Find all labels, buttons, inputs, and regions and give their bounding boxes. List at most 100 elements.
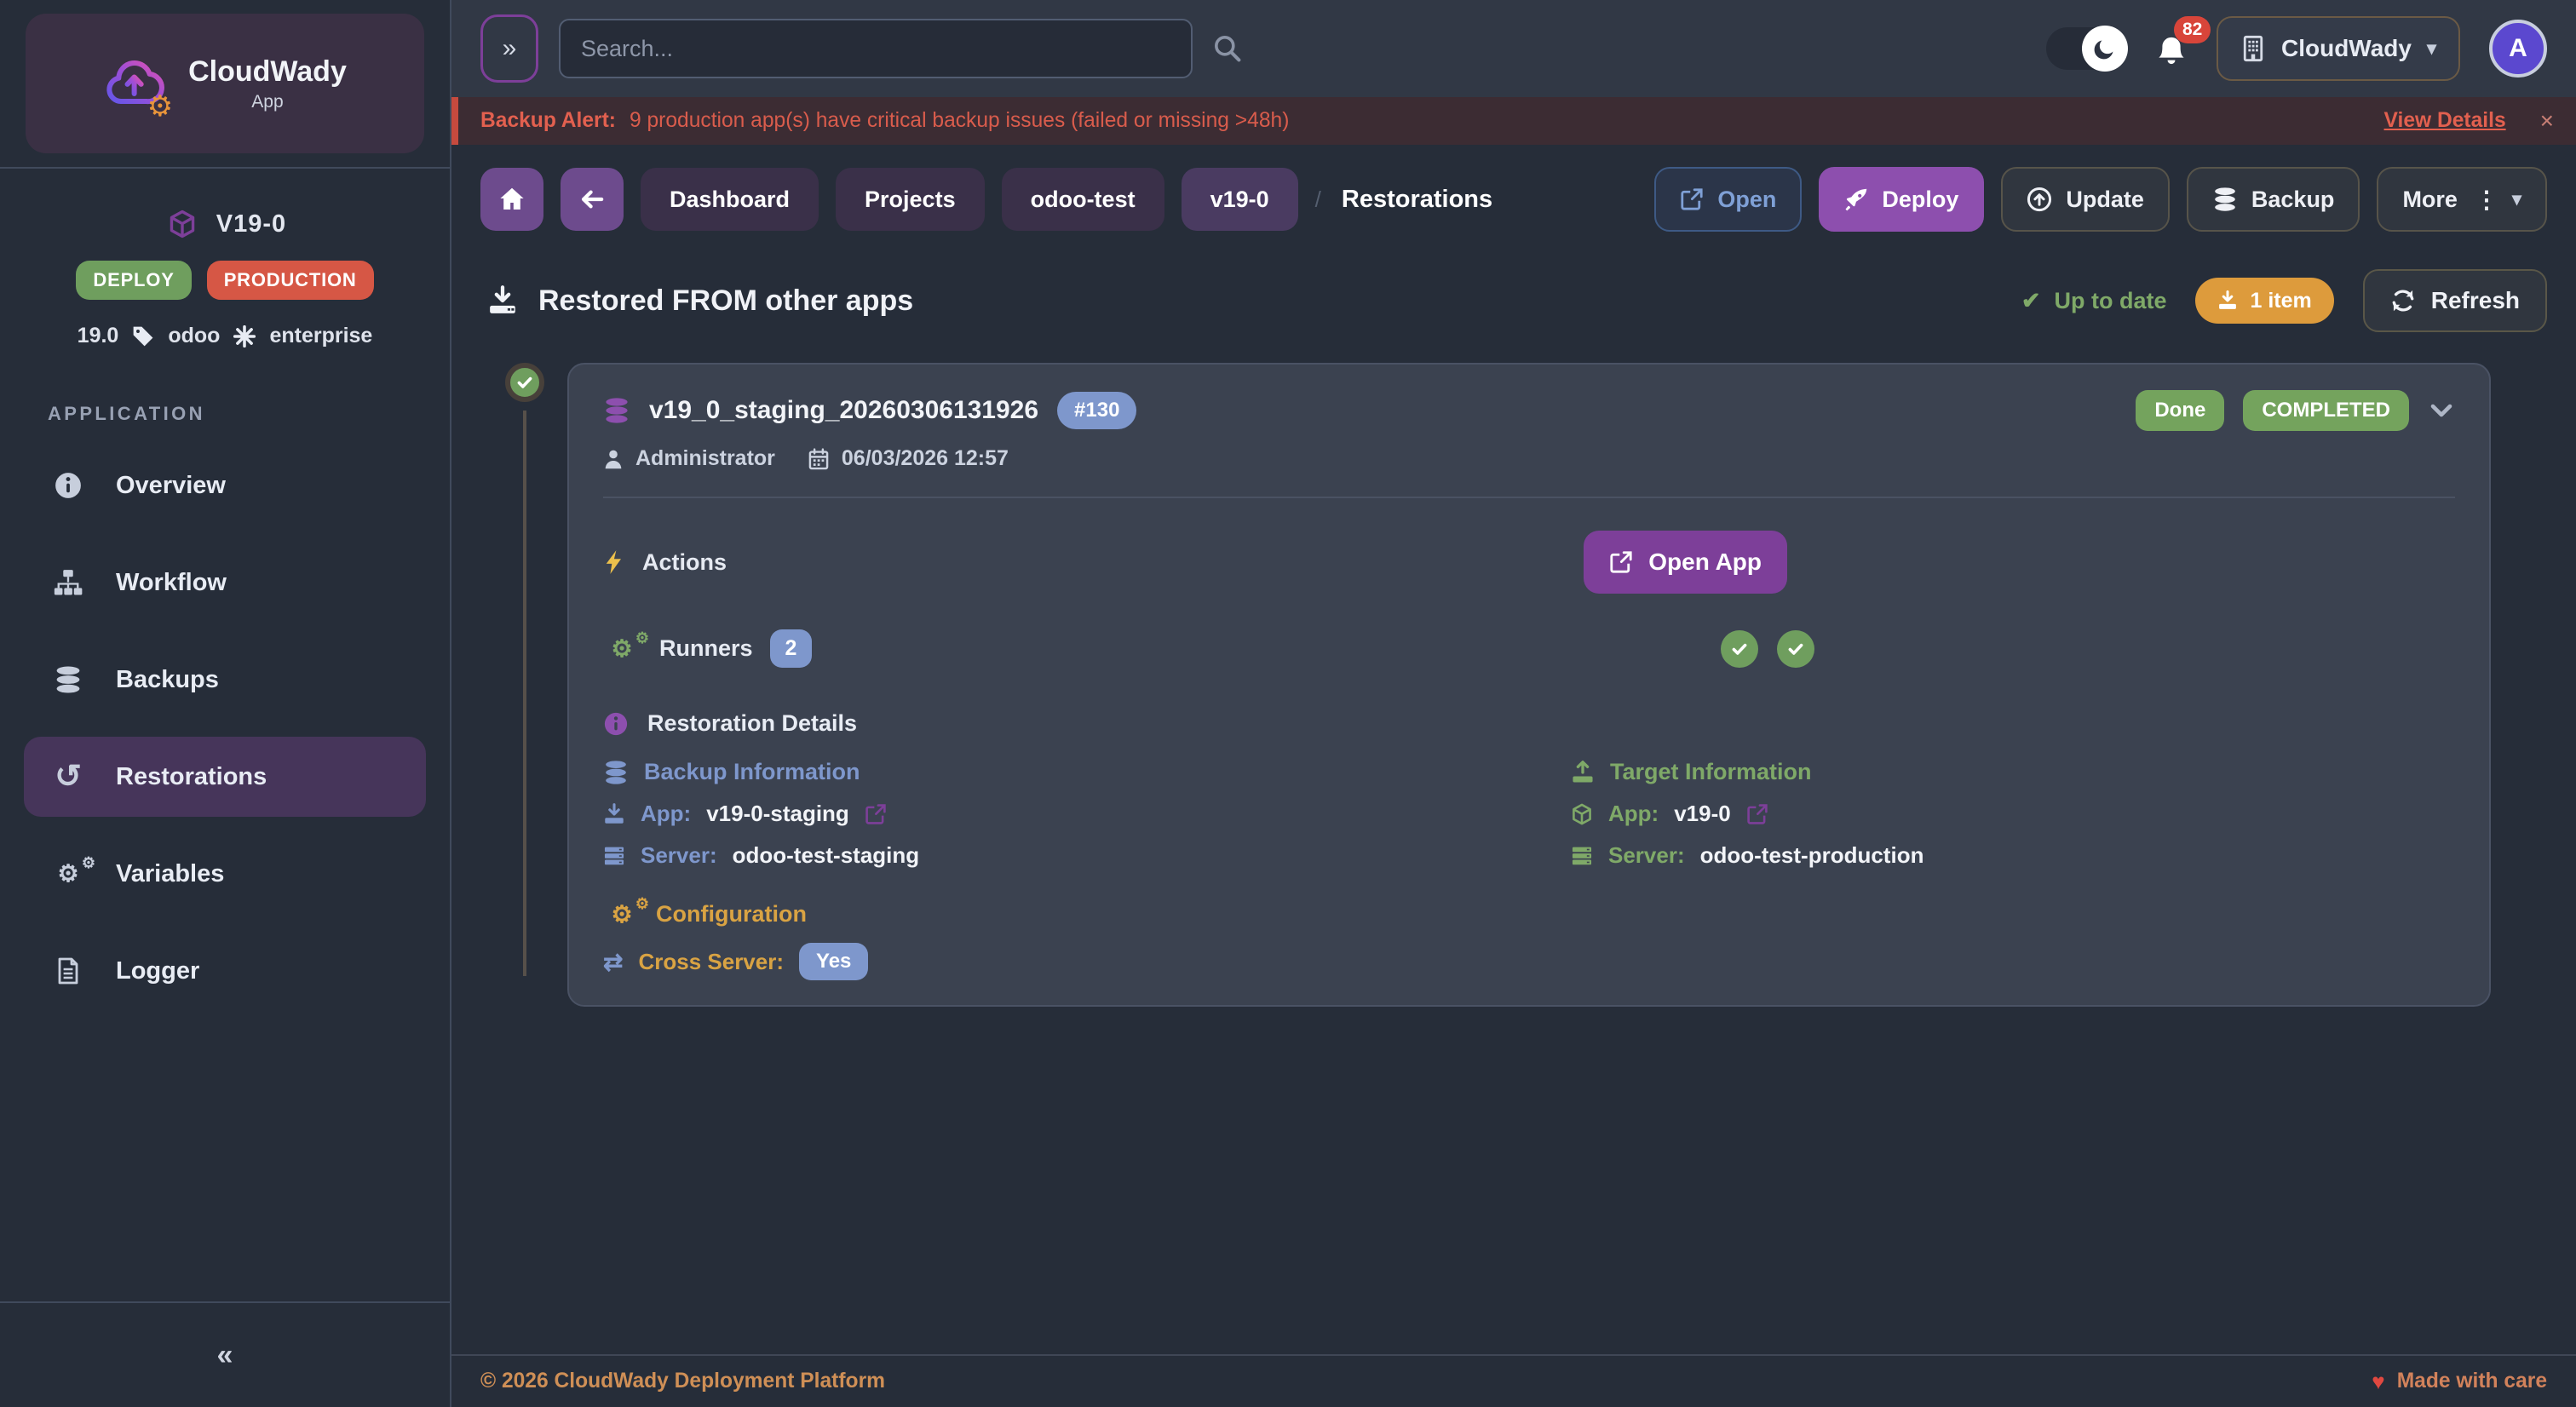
server-icon xyxy=(1571,845,1593,867)
status-label: Up to date xyxy=(2054,288,2166,314)
made-with-care-text: Made with care xyxy=(2397,1370,2547,1393)
restoration-title: v19_0_staging_20260306131926 xyxy=(649,396,1038,425)
view-details-link[interactable]: View Details xyxy=(2384,109,2506,133)
copyright-text: © 2026 CloudWady Deployment Platform xyxy=(480,1370,885,1393)
runner-success-icon[interactable] xyxy=(1777,630,1814,668)
arrow-left-icon xyxy=(578,186,606,213)
runner-success-icon[interactable] xyxy=(1721,630,1758,668)
database-icon xyxy=(2212,187,2238,212)
building-icon xyxy=(2240,35,2266,62)
actions-row: Actions Open App xyxy=(603,531,2455,594)
search-icon[interactable] xyxy=(1213,34,1242,63)
sidebar: ⚙ CloudWady App V19-0 DEPLOY PRODUCTION xyxy=(0,0,451,1407)
timeline-line xyxy=(523,411,526,976)
item-count-label: 1 item xyxy=(2250,289,2311,313)
chevron-down-icon: ▾ xyxy=(2512,188,2521,210)
restoration-list: v19_0_staging_20260306131926 #130 Done C… xyxy=(451,359,2576,1007)
arrow-circle-up-icon xyxy=(2027,187,2052,212)
more-label: More xyxy=(2402,187,2458,213)
user-icon xyxy=(603,448,624,470)
backup-app-value: v19-0-staging xyxy=(706,801,849,827)
divider xyxy=(603,497,2455,498)
backup-label: Backup xyxy=(2251,187,2335,213)
external-link-icon[interactable] xyxy=(1746,803,1768,825)
sidebar-section-label: APPLICATION xyxy=(0,359,450,439)
dark-mode-toggle[interactable] xyxy=(2046,27,2126,70)
sidebar-item-workflow[interactable]: Workflow xyxy=(24,543,426,623)
rocket-icon xyxy=(1844,187,1868,211)
sidebar-item-restorations[interactable]: ↺ Restorations xyxy=(24,737,426,817)
history-icon: ↺ xyxy=(49,761,87,793)
bolt-icon xyxy=(603,549,624,575)
runners-row: ⚙⚙ Runners 2 xyxy=(603,629,2455,668)
sidebar-expand-button[interactable]: » xyxy=(480,14,538,83)
target-info-title: Target Information xyxy=(1610,759,1812,785)
refresh-button[interactable]: Refresh xyxy=(2363,269,2547,332)
collapse-right-icon: » xyxy=(503,34,517,63)
deploy-button[interactable]: Deploy xyxy=(1819,167,1984,232)
close-icon[interactable]: × xyxy=(2540,109,2554,133)
backup-button[interactable]: Backup xyxy=(2187,167,2360,232)
status-badge: COMPLETED xyxy=(2243,390,2409,431)
sidebar-item-label: Backups xyxy=(116,666,219,694)
home-icon xyxy=(498,186,526,213)
configuration-title: Configuration xyxy=(656,901,807,927)
details-title-label: Restoration Details xyxy=(647,710,857,737)
sidebar-item-logger[interactable]: Logger xyxy=(24,931,426,1011)
sidebar-item-overview[interactable]: Overview xyxy=(24,445,426,525)
more-button[interactable]: More ⋮ ▾ xyxy=(2377,167,2547,232)
breadcrumb-dashboard[interactable]: Dashboard xyxy=(641,168,819,231)
collapse-left-icon: « xyxy=(217,1339,233,1372)
home-button[interactable] xyxy=(480,168,543,231)
check-icon: ✔ xyxy=(2021,288,2041,314)
open-app-button[interactable]: Open App xyxy=(1584,531,1787,594)
backup-info-title: Backup Information xyxy=(644,759,860,785)
server-label: Server: xyxy=(641,842,717,869)
backup-server-value: odoo-test-staging xyxy=(733,842,920,869)
external-link-icon[interactable] xyxy=(865,803,887,825)
toggle-knob xyxy=(2082,26,2128,72)
notification-count-badge: 82 xyxy=(2174,16,2211,43)
chevron-down-icon[interactable] xyxy=(2428,397,2455,424)
back-button[interactable] xyxy=(561,168,624,231)
timeline-check-icon xyxy=(505,363,544,402)
sidebar-item-backups[interactable]: Backups xyxy=(24,640,426,720)
breadcrumb-projects[interactable]: Projects xyxy=(836,168,985,231)
sidebar-item-label: Logger xyxy=(116,957,199,985)
moon-icon xyxy=(2093,37,2117,60)
update-label: Update xyxy=(2066,187,2144,213)
notifications-button[interactable]: 82 xyxy=(2155,32,2188,66)
app-label: App: xyxy=(641,801,691,827)
database-icon xyxy=(603,760,629,785)
main-area: » 82 xyxy=(451,0,2576,1407)
open-button[interactable]: Open xyxy=(1654,167,1802,232)
server-label: Server: xyxy=(1608,842,1685,869)
search-input[interactable] xyxy=(559,19,1193,78)
update-button[interactable]: Update xyxy=(2001,167,2170,232)
sidebar-item-variables[interactable]: ⚙⚙ Variables xyxy=(24,834,426,914)
app-label: App: xyxy=(1608,801,1659,827)
item-count-badge: 1 item xyxy=(2195,278,2333,324)
tag-icon xyxy=(132,325,154,347)
breadcrumb-app[interactable]: v19-0 xyxy=(1182,168,1298,231)
database-icon xyxy=(49,665,87,694)
app-logo[interactable]: ⚙ CloudWady App xyxy=(26,14,424,153)
avatar[interactable]: A xyxy=(2489,20,2547,78)
sidebar-item-label: Restorations xyxy=(116,763,267,791)
restoration-id-badge: #130 xyxy=(1057,392,1136,429)
app-name: CloudWady xyxy=(188,55,347,89)
download-icon xyxy=(603,803,625,825)
breadcrumb-project[interactable]: odoo-test xyxy=(1002,168,1164,231)
chevron-down-icon: ▾ xyxy=(2427,37,2436,60)
organization-name: CloudWady xyxy=(2281,35,2412,62)
sidebar-item-label: Overview xyxy=(116,472,226,500)
target-server-value: odoo-test-production xyxy=(1700,842,1924,869)
version-block: V19-0 DEPLOY PRODUCTION 19.0 odoo enterp… xyxy=(0,169,450,359)
sidebar-collapse-button[interactable]: « xyxy=(0,1301,450,1407)
alert-label: Backup Alert: xyxy=(480,109,616,133)
organization-menu-button[interactable]: CloudWady ▾ xyxy=(2217,16,2460,81)
configuration-group: ⚙⚙ Configuration ⇄ Cross Server: Yes xyxy=(603,901,2455,980)
download-icon xyxy=(2217,290,2238,311)
cross-server-value-badge: Yes xyxy=(799,943,868,980)
ellipsis-icon: ⋮ xyxy=(2475,186,2498,214)
